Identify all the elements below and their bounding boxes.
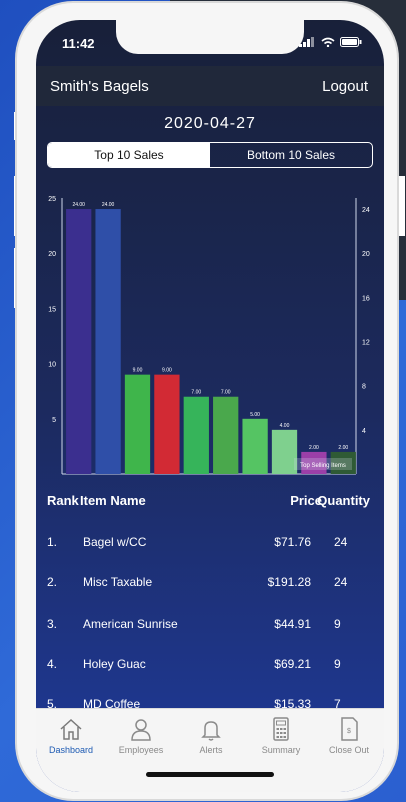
bar	[66, 209, 92, 474]
right-axis-tick-label: 12	[362, 340, 370, 347]
logout-button[interactable]: Logout	[322, 78, 368, 95]
right-axis-tick-label: 4	[362, 428, 366, 435]
bar-value-label: 7.00	[191, 390, 201, 396]
tab-employees-label: Employees	[118, 745, 164, 755]
right-axis-tick-label: 24	[362, 207, 370, 214]
row-price: $69.21	[274, 657, 311, 671]
status-bar: 11:42	[36, 20, 384, 66]
bar	[242, 418, 268, 474]
table-row[interactable]: 2. Misc Taxable $191.28 24	[36, 575, 384, 595]
bar	[213, 396, 239, 474]
app-header: Smith's Bagels Logout	[36, 66, 384, 106]
bar	[95, 209, 121, 474]
bar	[124, 374, 151, 474]
person-icon	[131, 719, 151, 741]
tab-alerts-label: Alerts	[199, 745, 223, 755]
side-edge-mark	[399, 176, 405, 236]
left-axis-tick-label: 25	[48, 196, 56, 203]
header-rank: Rank	[47, 493, 79, 508]
bar	[183, 396, 209, 474]
receipt-icon: $	[341, 717, 358, 741]
tab-close-out-label: Close Out	[328, 745, 370, 755]
app-title: Smith's Bagels	[50, 78, 149, 95]
tab-alerts[interactable]: Alerts	[176, 715, 246, 755]
bar-value-label: 5.00	[250, 412, 260, 418]
row-rank: 2.	[47, 575, 58, 589]
bar-value-label: 2.00	[309, 445, 319, 451]
status-icons	[299, 36, 362, 50]
tab-top-10-sales[interactable]: Top 10 Sales	[48, 143, 210, 167]
tab-summary[interactable]: Summary	[246, 715, 316, 755]
row-quantity: 9	[334, 657, 341, 671]
row-quantity: 24	[334, 575, 348, 589]
tab-bottom-10-sales[interactable]: Bottom 10 Sales	[210, 143, 372, 167]
svg-text:$: $	[347, 728, 351, 735]
tab-dashboard[interactable]: Dashboard	[36, 715, 106, 755]
calculator-icon	[273, 717, 289, 741]
table-header: Rank Item Name Price Quantity	[36, 493, 384, 513]
x-axis-tick-label: 3	[135, 479, 140, 480]
row-quantity: 24	[334, 535, 348, 549]
phone-notch	[116, 20, 304, 54]
status-time: 11:42	[62, 36, 95, 51]
table-row[interactable]: 1. Bagel w/CC $71.76 24	[36, 535, 384, 555]
x-axis-tick-label: 9	[312, 479, 317, 480]
home-indicator	[146, 772, 274, 777]
table-row[interactable]: 3. American Sunrise $44.91 9	[36, 617, 384, 637]
row-price: $71.76	[274, 535, 311, 549]
report-date: 2020-04-27	[164, 115, 256, 132]
row-price: $191.28	[267, 575, 311, 589]
x-axis-tick-label: 5	[194, 479, 199, 480]
bottom-tab-bar: Dashboard Employees Alerts Summary $ Clo…	[36, 708, 384, 792]
row-quantity: 9	[334, 617, 341, 631]
battery-icon	[340, 37, 362, 47]
row-rank: 4.	[47, 657, 58, 671]
bar-value-label: 4.00	[280, 423, 290, 429]
row-rank: 3.	[47, 617, 58, 631]
bar-value-label: 2.00	[338, 445, 348, 451]
tab-close-out[interactable]: $ Close Out	[314, 715, 384, 755]
legend-label: Top Selling Items	[300, 463, 346, 469]
x-axis-tick-label: 7	[253, 479, 258, 480]
row-rank: 1.	[47, 535, 58, 549]
header-item-name: Item Name	[80, 493, 146, 508]
bell-icon	[201, 721, 221, 741]
left-axis-tick-label: 5	[52, 417, 56, 424]
sales-chart: 5 10 15 20 25 4 8 12 16 20 24 24.00 24.00 9.00 9.00 7.0…	[36, 190, 384, 488]
left-axis-tick-label: 15	[48, 306, 56, 313]
bar-value-label: 9.00	[162, 368, 172, 374]
row-item-name: American Sunrise	[83, 617, 178, 631]
header-quantity: Quantity	[317, 493, 370, 508]
tab-dashboard-label: Dashboard	[48, 745, 94, 755]
bar-value-label: 9.00	[133, 368, 143, 374]
right-axis-tick-label: 16	[362, 295, 370, 302]
row-item-name: Bagel w/CC	[83, 535, 147, 549]
left-axis-tick-label: 20	[48, 251, 56, 258]
bar-chart: 510152025481216202424.00 24.009.00 9.007.0…	[48, 196, 370, 488]
home-icon	[60, 718, 82, 740]
row-item-name: Holey Guac	[83, 657, 146, 671]
bar	[154, 374, 180, 474]
left-axis-tick-label: 10	[48, 362, 56, 369]
right-axis-tick-label: 20	[362, 251, 370, 258]
right-axis-tick-label: 8	[362, 384, 366, 391]
signal-icon	[299, 37, 315, 47]
row-item-name: Misc Taxable	[83, 575, 153, 589]
bar-value-label: 24.00	[72, 202, 85, 208]
phone-screen: 11:42 Smith's Bagels Logout 2020-04-27 T…	[36, 20, 384, 792]
bar	[271, 429, 298, 474]
sales-segmented-control: Top 10 Sales Bottom 10 Sales	[47, 142, 373, 168]
row-price: $44.91	[274, 617, 311, 631]
tab-employees[interactable]: Employees	[106, 715, 176, 755]
x-axis-tick-label: 1	[76, 479, 81, 480]
table-row[interactable]: 4. Holey Guac $69.21 9	[36, 657, 384, 677]
tab-summary-label: Summary	[261, 745, 301, 755]
bar-value-label: 7.00	[221, 390, 231, 396]
bar-value-label: 24.00	[102, 202, 115, 208]
wifi-icon	[321, 37, 335, 48]
